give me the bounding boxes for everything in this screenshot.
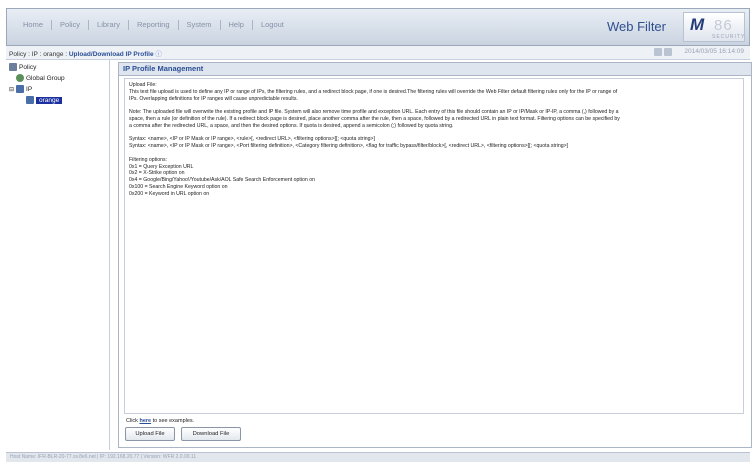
m86-logo: M 86 SECURITY bbox=[683, 12, 745, 42]
status-text: Host Name: IFR-BLR-20-77.sv.8e6.net | IP… bbox=[10, 454, 197, 460]
main-menu: Home Policy Library Reporting System Hel… bbox=[15, 20, 292, 30]
help-icon[interactable]: ⓘ bbox=[155, 51, 162, 58]
panel-header: IP Profile Management bbox=[119, 63, 751, 76]
instruction-line: a comma after the redirected URL, a spac… bbox=[129, 122, 454, 129]
instruction-line bbox=[129, 102, 739, 109]
examples-hint: Click here to see examples. bbox=[126, 418, 194, 424]
globe-icon bbox=[16, 74, 24, 82]
logo-number: 86 bbox=[714, 17, 733, 34]
instruction-line: 0x4 = Google/Bing/Yahoo!/Youtube/Ask/AOL… bbox=[129, 177, 315, 184]
network-icon bbox=[16, 85, 25, 93]
instruction-line bbox=[129, 130, 739, 137]
tree-node-policy[interactable]: Policy bbox=[9, 63, 36, 71]
tree-node-ip[interactable]: ⊟ IP bbox=[9, 85, 32, 93]
logo-letter: M bbox=[690, 15, 705, 34]
upload-file-button[interactable]: Upload File bbox=[125, 427, 175, 441]
menu-policy[interactable]: Policy bbox=[52, 20, 90, 30]
instruction-line: Syntax: <name>, <IP or IP Mask or IP ran… bbox=[129, 143, 569, 150]
menu-help[interactable]: Help bbox=[221, 20, 253, 30]
panel-title: IP Profile Management bbox=[123, 64, 204, 73]
timestamp: 2014/03/05 16:14:09 bbox=[684, 48, 744, 55]
policy-tree: Policy Global Group ⊟ IP orange bbox=[6, 60, 110, 450]
tree-node-orange[interactable]: orange bbox=[26, 96, 63, 104]
instruction-line: space, then a rule (or definition of the… bbox=[129, 115, 620, 122]
status-bar: Host Name: IFR-BLR-20-77.sv.8e6.net | IP… bbox=[6, 452, 750, 462]
policy-icon bbox=[9, 63, 17, 71]
user-icon[interactable] bbox=[664, 48, 672, 56]
menu-home[interactable]: Home bbox=[15, 20, 53, 30]
network-icon bbox=[26, 96, 34, 104]
breadcrumb-path: Policy : IP : orange : bbox=[9, 51, 69, 58]
logo-tagline: SECURITY bbox=[712, 34, 746, 40]
instruction-line: 0x1 = Query Exception URL bbox=[129, 163, 194, 170]
instruction-line: 0x200 = Keyword in URL option on bbox=[129, 190, 210, 197]
instruction-line: Syntax: <name>, <IP or IP Mask or IP ran… bbox=[129, 136, 375, 143]
instructions-text: Upload File: This text file upload is use… bbox=[124, 78, 744, 414]
examples-suffix: to see examples. bbox=[152, 418, 195, 424]
examples-link[interactable]: here bbox=[139, 418, 151, 424]
print-icon[interactable] bbox=[654, 48, 662, 56]
instruction-line: Note: The uploaded file will overwrite t… bbox=[129, 109, 619, 116]
breadcrumb: Policy : IP : orange : Upload/Download I… bbox=[6, 46, 750, 60]
instruction-line bbox=[129, 150, 739, 157]
instruction-line: 0x100 = Search Engine Keyword option on bbox=[129, 183, 228, 190]
tree-label-global-group: Global Group bbox=[26, 74, 65, 82]
tree-label-policy: Policy bbox=[19, 63, 37, 71]
top-navigation-bar: Home Policy Library Reporting System Hel… bbox=[6, 8, 750, 46]
tree-node-global-group[interactable]: Global Group bbox=[16, 74, 65, 82]
app-window: Home Policy Library Reporting System Hel… bbox=[0, 0, 756, 464]
instruction-line: 0x2 = X-Strike option on bbox=[129, 170, 185, 177]
instruction-line: This text file upload is used to define … bbox=[129, 88, 618, 95]
ip-profile-panel: IP Profile Management Upload File: This t… bbox=[118, 62, 752, 448]
download-file-button[interactable]: Download File bbox=[181, 427, 241, 441]
menu-system[interactable]: System bbox=[179, 20, 221, 30]
examples-prefix: Click bbox=[126, 418, 138, 424]
menu-logout[interactable]: Logout bbox=[253, 20, 292, 30]
tree-label-ip: IP bbox=[26, 85, 33, 93]
product-title: Web Filter bbox=[607, 19, 666, 34]
menu-library[interactable]: Library bbox=[89, 20, 129, 30]
instruction-line: Upload File: bbox=[129, 82, 157, 88]
collapse-icon[interactable]: ⊟ bbox=[9, 86, 14, 93]
menu-reporting[interactable]: Reporting bbox=[129, 20, 179, 30]
instruction-line: Filtering options: bbox=[129, 156, 168, 163]
tree-label-orange: orange bbox=[36, 96, 63, 104]
breadcrumb-current: Upload/Download IP Profile bbox=[68, 51, 154, 58]
instruction-line: IPs. Overlapping definitions for IP rang… bbox=[129, 95, 298, 102]
